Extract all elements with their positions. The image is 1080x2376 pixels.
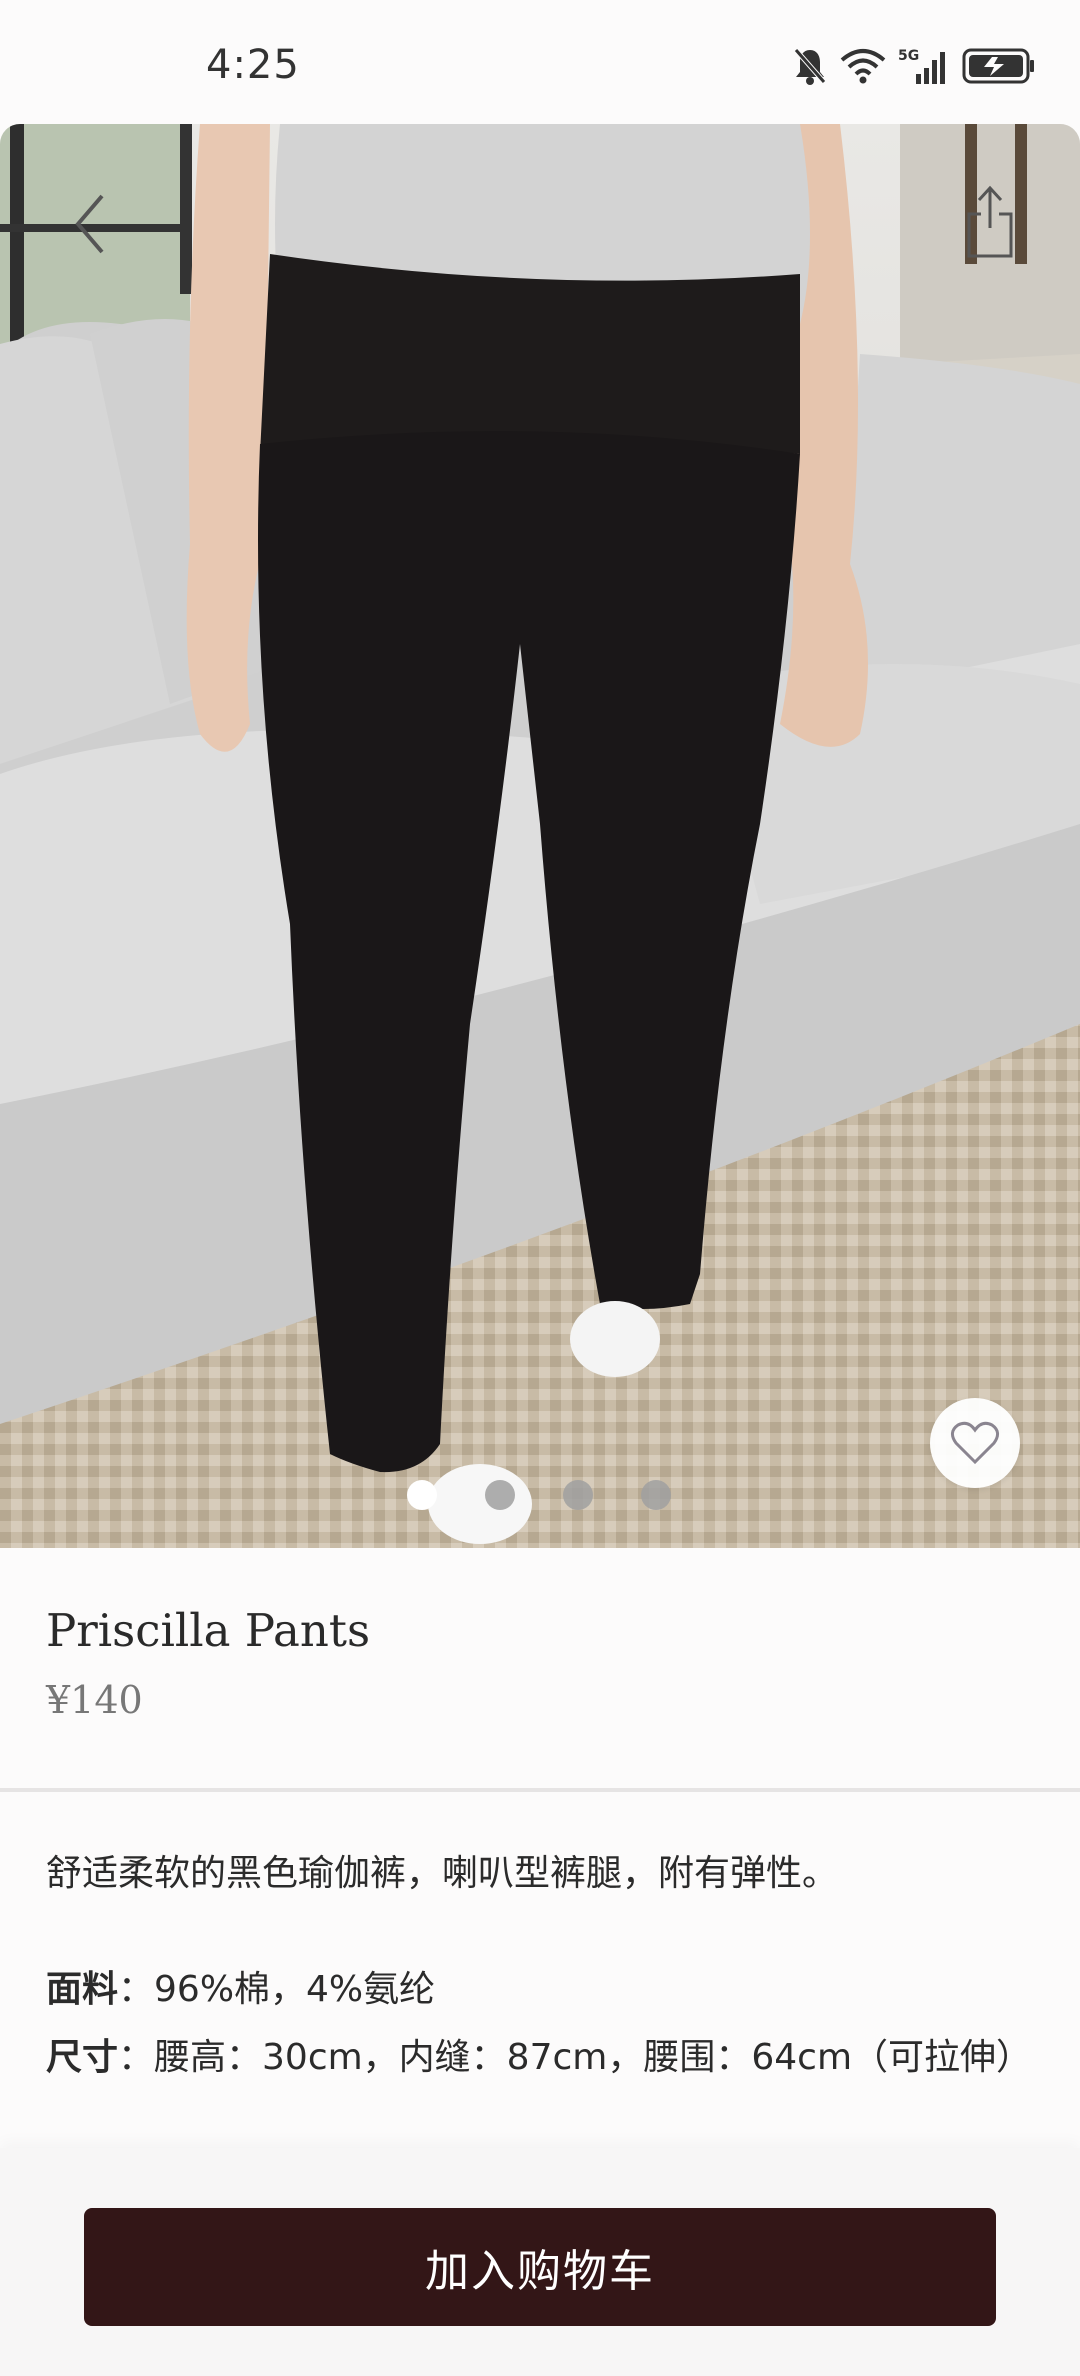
status-icons: 5G: [792, 44, 1036, 88]
spec-size: 尺寸：腰高：30cm，内缝：87cm，腰围：64cm（可拉伸）: [46, 2024, 1036, 2092]
product-info: Priscilla Pants ¥140: [0, 1548, 1080, 1790]
chevron-left-icon: [75, 194, 104, 254]
spec-size-label: 尺寸: [46, 2037, 119, 2078]
status-bar: 4:25 5G: [0, 0, 1080, 124]
product-image-carousel[interactable]: [0, 124, 1080, 1548]
carousel-dot-1[interactable]: [407, 1480, 437, 1510]
wifi-icon: [840, 48, 886, 84]
product-photo: [0, 124, 1080, 1548]
carousel-dot-2[interactable]: [485, 1480, 515, 1510]
heart-outline-icon: [951, 1421, 999, 1465]
status-time: 4:25: [206, 42, 300, 88]
bell-muted-icon: [792, 46, 828, 86]
add-to-cart-button[interactable]: 加入购物车: [84, 2208, 996, 2326]
back-button[interactable]: [58, 184, 122, 264]
product-description: 舒适柔软的黑色瑜伽裤，喇叭型裤腿，附有弹性。: [46, 1853, 839, 1894]
product-title: Priscilla Pants: [46, 1604, 371, 1657]
favorite-button[interactable]: [930, 1398, 1020, 1488]
product-price: ¥140: [46, 1678, 143, 1722]
battery-icon: [962, 47, 1036, 85]
svg-text:5G: 5G: [898, 48, 919, 64]
bottom-action-bar: 加入购物车: [0, 2148, 1080, 2376]
spec-material: 面料：96%棉，4%氨纶: [46, 1956, 1036, 2024]
carousel-dot-4[interactable]: [641, 1480, 671, 1510]
spec-material-value: ：96%棉，4%氨纶: [118, 1969, 436, 2010]
spec-size-value: ：腰高：30cm，内缝：87cm，腰围：64cm（可拉伸）: [118, 2037, 1033, 2078]
carousel-dot-3[interactable]: [563, 1480, 593, 1510]
spec-material-label: 面料: [46, 1969, 119, 2010]
cellular-5g-icon: 5G: [898, 46, 950, 86]
share-icon: [967, 185, 1013, 258]
divider: [0, 1788, 1080, 1792]
share-button[interactable]: [958, 180, 1022, 264]
